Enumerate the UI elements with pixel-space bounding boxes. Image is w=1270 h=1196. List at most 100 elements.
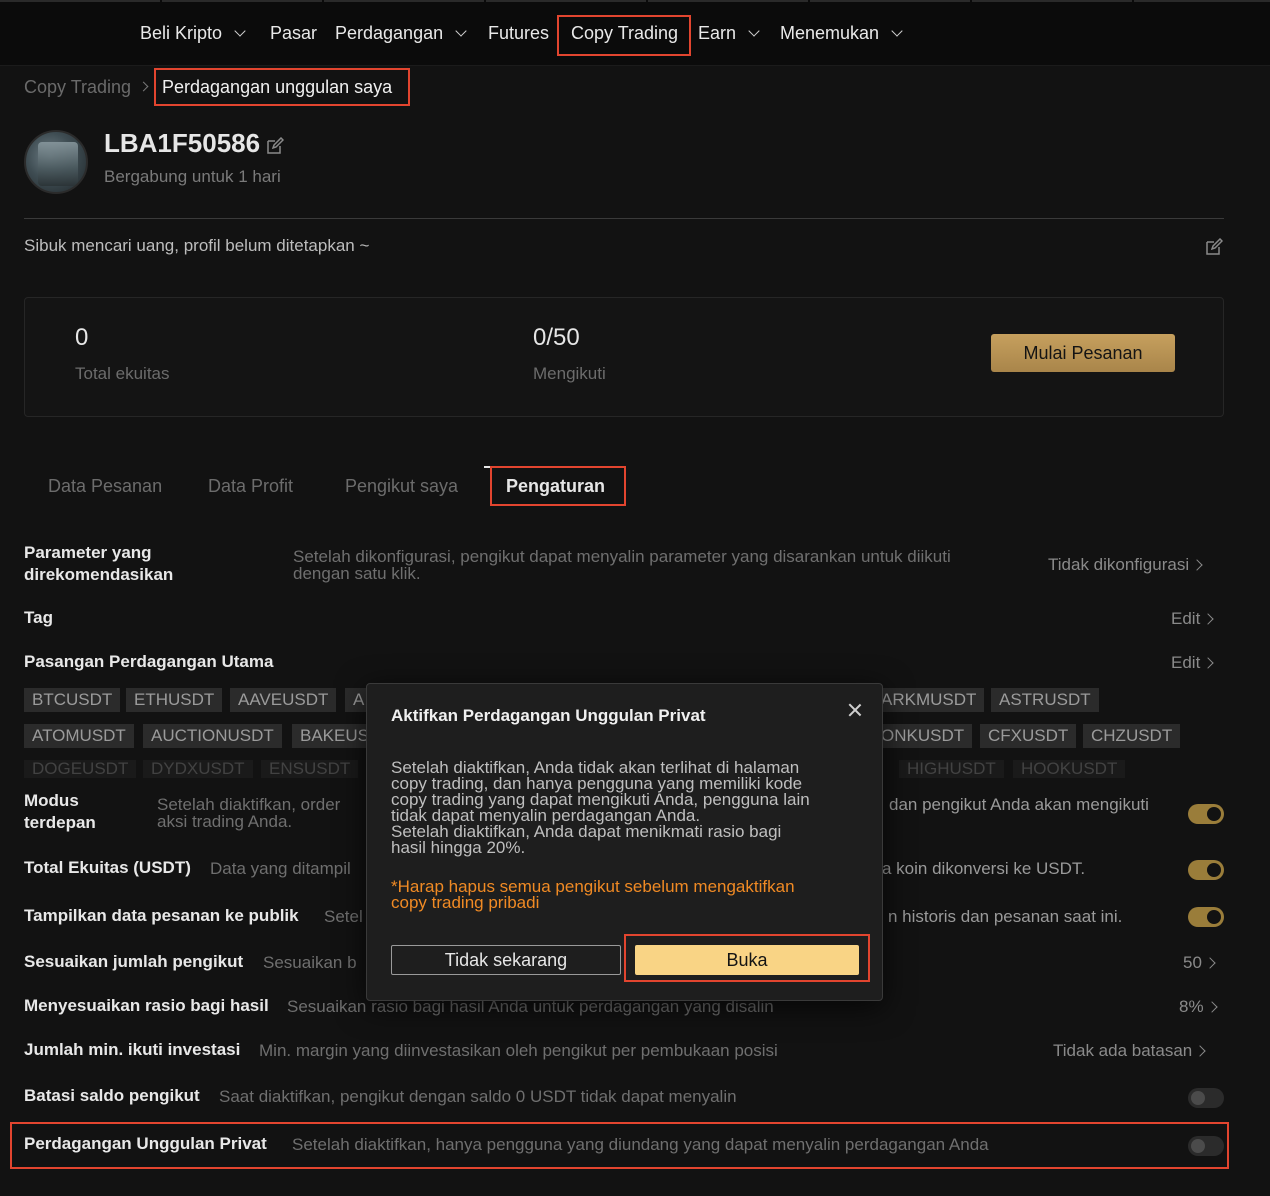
nav-top-strip — [0, 0, 1270, 2]
pair-chip: HIGHUSDT — [899, 759, 1004, 778]
nav-beli-kripto-label: Beli Kripto — [140, 22, 223, 43]
nav-beli-kripto[interactable]: Beli Kripto — [140, 20, 246, 46]
nav-pasar[interactable]: Pasar — [270, 20, 317, 46]
nav-menemukan-label: Menemukan — [780, 22, 880, 43]
modal-body: Setelah diaktifkan, Anda tidak akan terl… — [391, 759, 861, 857]
private-lead-modal: Aktifkan Perdagangan Unggulan Privat Set… — [366, 683, 883, 1001]
pair-chip: CHZUSDT — [1083, 724, 1181, 748]
nav-earn-label: Earn — [698, 22, 737, 43]
recommended-desc-2: dengan satu klik. — [293, 564, 421, 583]
recommended-value[interactable]: Tidak dikonfigurasi — [1048, 555, 1203, 575]
follower-count-desc: Sesuaikan b — [263, 953, 357, 972]
min-invest-value-text: Tidak ada batasan — [1053, 1041, 1193, 1060]
modal-warning-line: copy trading pribadi — [391, 893, 540, 912]
nav-futures-label: Futures — [488, 22, 550, 43]
recommended-desc-1: Setelah dikonfigurasi, pengikut dapat me… — [293, 547, 951, 566]
chevron-down-icon — [748, 24, 760, 37]
open-button[interactable]: Buka — [635, 945, 859, 975]
pair-chip: ONKUSDT — [873, 724, 973, 748]
profit-share-value[interactable]: 8% — [1179, 997, 1218, 1017]
pair-chip: HOOKUSDT — [1013, 759, 1126, 778]
start-order-button[interactable]: Mulai Pesanan — [991, 334, 1175, 372]
recommended-label-2: direkomendasikan — [24, 565, 174, 584]
tag-edit-text: Edit — [1171, 609, 1201, 628]
follower-count-value-text: 50 — [1183, 953, 1202, 972]
pair-chip: DOGEUSDT — [24, 759, 137, 778]
equity-label: Total ekuitas — [75, 364, 170, 383]
breadcrumb-parent[interactable]: Copy Trading — [24, 77, 131, 98]
lead-mode-desc-2: aksi trading Anda. — [157, 812, 293, 831]
total-equity-desc: Data yang ditampil — [210, 859, 351, 878]
top-navigation: Beli Kripto Pasar Perdagangan Futures Co… — [0, 0, 1270, 66]
main-pairs-edit[interactable]: Edit — [1171, 653, 1214, 673]
nav-futures[interactable]: Futures — [488, 20, 549, 46]
tab-pengikut-saya[interactable]: Pengikut saya — [345, 476, 458, 497]
edit-bio-icon[interactable] — [1205, 238, 1223, 256]
pair-chip: ENSUSDT — [261, 759, 359, 778]
followers-value: 0/50 — [533, 324, 580, 351]
breadcrumb-current: Perdagangan unggulan saya — [162, 77, 393, 97]
profile-joined: Bergabung untuk 1 hari — [104, 167, 281, 186]
pair-chip: AUCTIONUSDT — [143, 724, 282, 748]
nav-copy-trading[interactable]: Copy Trading — [571, 20, 678, 46]
total-equity-label: Total Ekuitas (USDT) — [24, 858, 191, 877]
follower-count-label: Sesuaikan jumlah pengikut — [24, 952, 244, 971]
pair-chip: BTCUSDT — [24, 688, 121, 712]
chevron-right-icon — [1204, 957, 1216, 969]
profit-share-label: Menyesuaikan rasio bagi hasil — [24, 996, 269, 1015]
nav-pasar-label: Pasar — [270, 22, 318, 43]
not-now-button[interactable]: Tidak sekarang — [391, 945, 621, 975]
profit-share-value-text: 8% — [1179, 997, 1204, 1016]
nav-menemukan[interactable]: Menemukan — [780, 20, 903, 46]
nav-perdagangan[interactable]: Perdagangan — [335, 20, 467, 46]
recommended-value-text: Tidak dikonfigurasi — [1048, 555, 1190, 574]
modal-title: Aktifkan Perdagangan Unggulan Privat — [391, 706, 706, 725]
modal-warning: *Harap hapus semua pengikut sebelum meng… — [391, 878, 861, 912]
lead-mode-desc-right: dan pengikut Anda akan mengikuti — [889, 795, 1149, 814]
limit-balance-desc: Saat diaktifkan, pengikut dengan saldo 0… — [219, 1087, 737, 1106]
public-orders-label: Tampilkan data pesanan ke publik — [24, 906, 299, 925]
lead-mode-toggle[interactable] — [1188, 804, 1224, 824]
public-orders-desc-right: n historis dan pesanan saat ini. — [888, 907, 1123, 926]
pair-chip: ASTRUSDT — [991, 688, 1099, 712]
avatar[interactable] — [24, 130, 88, 194]
tag-edit[interactable]: Edit — [1171, 609, 1214, 629]
chevron-down-icon — [234, 24, 246, 37]
tab-pengaturan[interactable]: Pengaturan — [506, 476, 605, 497]
active-tab-indicator — [484, 466, 624, 468]
edit-icon[interactable] — [266, 137, 284, 155]
nav-earn[interactable]: Earn — [698, 20, 760, 46]
pair-chip: AAVEUSDT — [230, 688, 337, 712]
main-pairs-label: Pasangan Perdagangan Utama — [24, 652, 274, 671]
chevron-down-icon — [455, 24, 467, 37]
follower-count-value[interactable]: 50 — [1183, 953, 1216, 973]
pair-chip: ETHUSDT — [126, 688, 223, 712]
chevron-right-icon — [1202, 613, 1214, 625]
pair-chip: DYDXUSDT — [143, 759, 253, 778]
tab-data-pesanan[interactable]: Data Pesanan — [48, 476, 162, 497]
chevron-down-icon — [891, 24, 903, 37]
lead-mode-label-2: terdepan — [24, 813, 96, 832]
chevron-right-icon — [1202, 657, 1214, 669]
chevron-right-icon — [1194, 1045, 1206, 1057]
public-orders-toggle[interactable] — [1188, 907, 1224, 927]
min-invest-desc: Min. margin yang diinvestasikan oleh pen… — [259, 1041, 778, 1060]
pair-chip: CFXUSDT — [980, 724, 1077, 748]
profile-username: LBA1F50586 — [104, 128, 261, 158]
main-pairs-edit-text: Edit — [1171, 653, 1201, 672]
tab-data-profit[interactable]: Data Profit — [208, 476, 293, 497]
lead-mode-desc-1: Setelah diaktifkan, order — [157, 795, 341, 814]
breadcrumb-separator-icon — [138, 81, 149, 92]
close-icon[interactable] — [845, 700, 865, 720]
private-lead-toggle[interactable] — [1188, 1136, 1224, 1156]
modal-body-line: hasil hingga 20%. — [391, 838, 526, 857]
followers-label: Mengikuti — [533, 364, 606, 383]
limit-balance-toggle[interactable] — [1188, 1088, 1224, 1108]
chevron-right-icon — [1205, 1001, 1218, 1013]
total-equity-toggle[interactable] — [1188, 860, 1224, 880]
limit-balance-label: Batasi saldo pengikut — [24, 1086, 200, 1105]
min-invest-value[interactable]: Tidak ada batasan — [1053, 1041, 1206, 1061]
private-lead-desc: Setelah diaktifkan, hanya pengguna yang … — [292, 1135, 989, 1154]
equity-value: 0 — [75, 324, 89, 351]
chevron-right-icon — [1191, 559, 1203, 571]
